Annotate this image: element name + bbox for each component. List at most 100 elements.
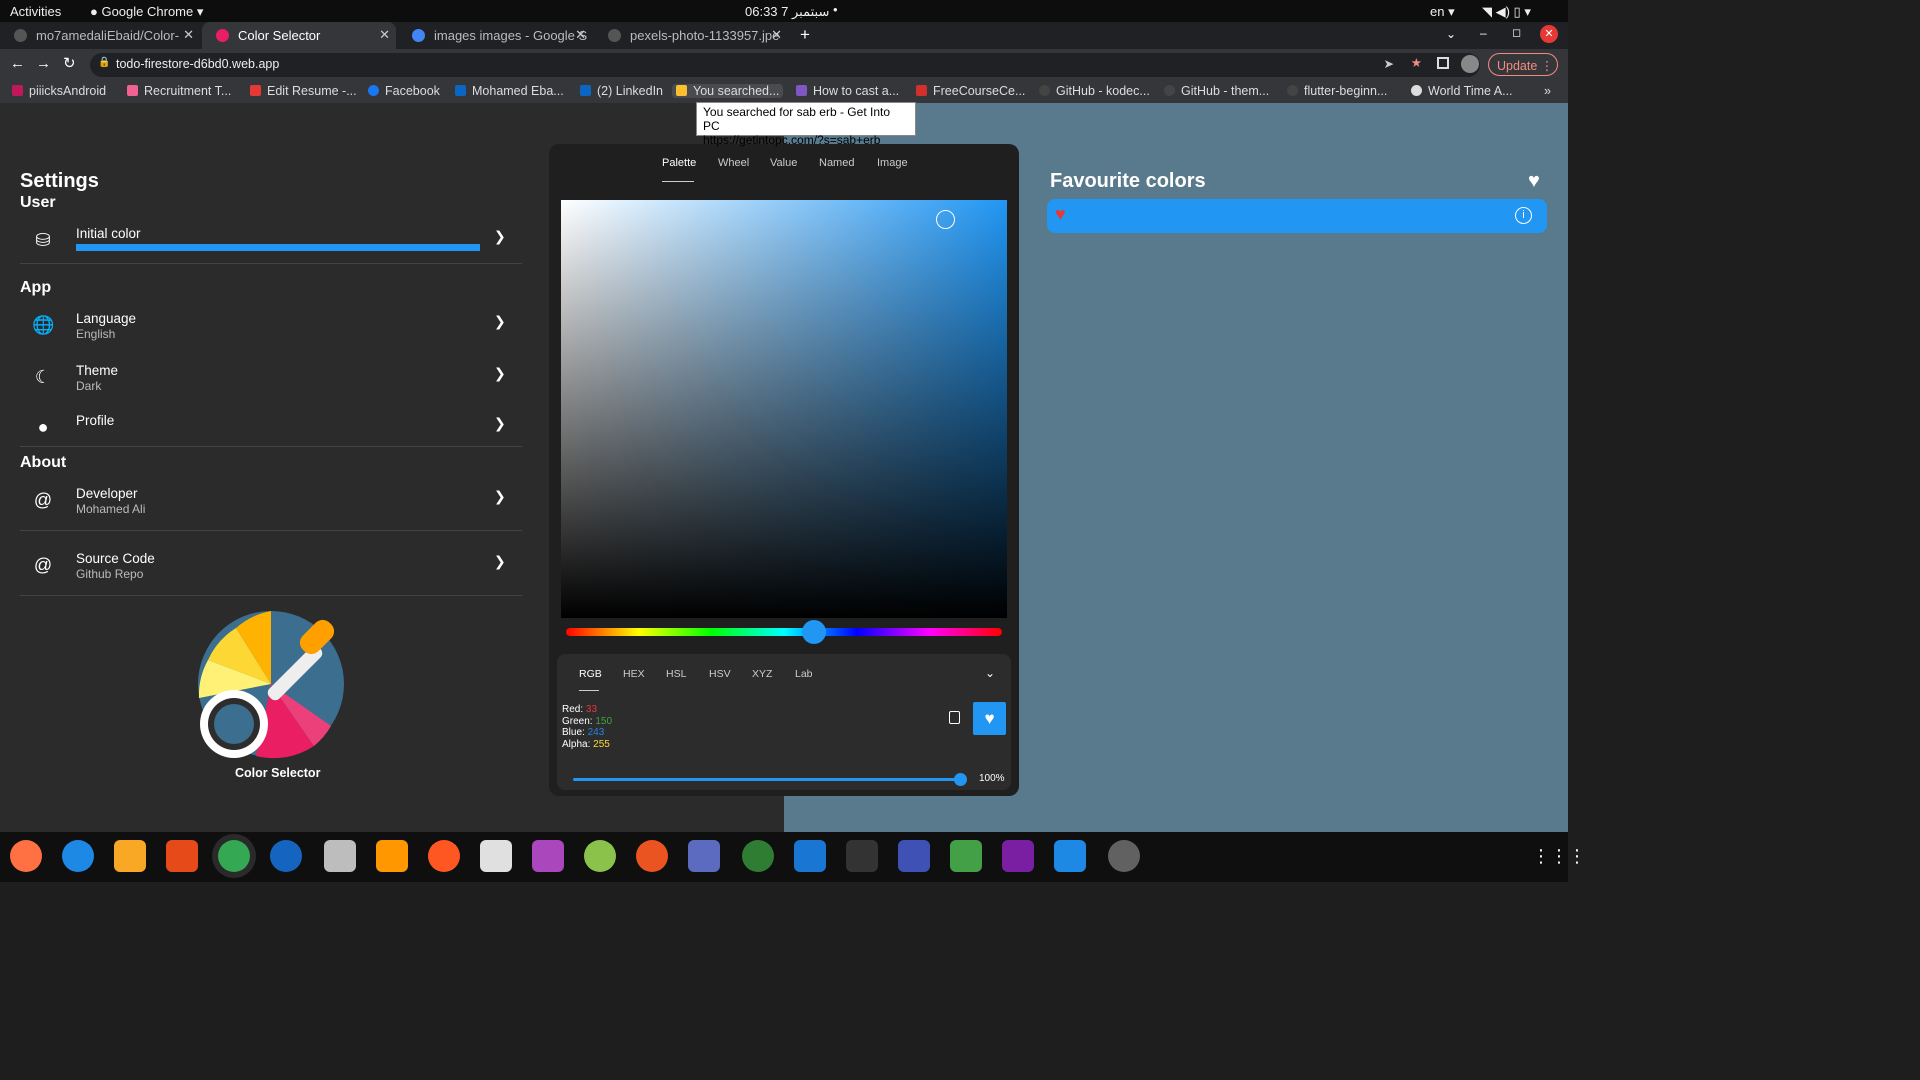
maximize-icon[interactable]: ◻ <box>1512 26 1521 39</box>
vlc-icon[interactable] <box>376 840 408 872</box>
keyboard-layout[interactable]: en ▾ <box>1430 4 1455 20</box>
bookmark-item[interactable]: World Time A... <box>1411 84 1513 98</box>
vscode-icon[interactable] <box>1054 840 1086 872</box>
activities-button[interactable]: Activities <box>10 4 61 19</box>
globe-icon: 🌐 <box>32 315 55 335</box>
favourite-color-item[interactable]: ♥ i <box>1047 199 1547 233</box>
android-studio-icon[interactable] <box>270 840 302 872</box>
close-tab-icon[interactable]: ✕ <box>183 27 194 43</box>
updater-icon[interactable] <box>1108 840 1140 872</box>
format-tab-hsv[interactable]: HSV <box>709 668 731 680</box>
blue-value: Blue: 243 <box>562 727 605 738</box>
terminal-icon[interactable] <box>846 840 878 872</box>
bookmark-item[interactable]: FreeCourseCe... <box>916 84 1025 98</box>
close-tab-icon[interactable]: ✕ <box>771 27 782 43</box>
reload-icon[interactable]: ↻ <box>63 54 76 72</box>
github-icon <box>1164 85 1175 96</box>
tab-named[interactable]: Named <box>819 157 854 169</box>
tab-wheel[interactable]: Wheel <box>718 157 749 169</box>
tab-value[interactable]: Value <box>770 157 797 169</box>
tab-palette[interactable]: Palette <box>662 157 696 169</box>
tab-color-selector[interactable]: Color Selector ✕ <box>202 22 396 49</box>
format-tab-xyz[interactable]: XYZ <box>752 668 772 680</box>
theme-row[interactable]: ☾ Theme Dark ❯ <box>20 361 522 407</box>
profile-row[interactable]: ● Profile ❯ <box>20 411 522 457</box>
bookmark-item[interactable]: You searched... <box>672 84 784 98</box>
screenshot-icon[interactable] <box>898 840 930 872</box>
intellij-icon[interactable] <box>1002 840 1034 872</box>
bookmark-item[interactable]: GitHub - kodec... <box>1039 84 1150 98</box>
update-button[interactable]: Update ⋮ <box>1488 53 1558 76</box>
saturation-value-area[interactable] <box>561 200 1007 618</box>
app-grid-icon[interactable]: ⋮⋮⋮ <box>1532 846 1586 867</box>
browser-icon[interactable] <box>742 840 774 872</box>
send-icon[interactable]: ➤ <box>1384 56 1394 71</box>
heart-icon[interactable]: ♥ <box>1528 170 1540 193</box>
calc-icon[interactable] <box>950 840 982 872</box>
chrome-icon[interactable] <box>218 840 250 872</box>
active-format-indicator <box>579 690 599 691</box>
new-tab-button[interactable]: + <box>800 25 810 45</box>
thunderbird-icon[interactable] <box>62 840 94 872</box>
avatar[interactable] <box>1461 55 1479 73</box>
bookmark-star-icon[interactable]: ★ <box>1411 55 1422 70</box>
format-tab-lab[interactable]: Lab <box>795 668 813 680</box>
close-tab-icon[interactable]: ✕ <box>379 27 390 43</box>
format-tab-hex[interactable]: HEX <box>623 668 645 680</box>
format-tab-rgb[interactable]: RGB <box>579 668 602 680</box>
hue-slider[interactable] <box>566 620 1002 644</box>
tab-image[interactable]: Image <box>877 157 908 169</box>
language-row[interactable]: 🌐 Language English ❯ <box>20 309 522 355</box>
copy-icon[interactable] <box>949 711 960 724</box>
files-icon[interactable] <box>324 840 356 872</box>
close-window-icon[interactable]: ✕ <box>1540 25 1558 43</box>
developer-row[interactable]: @ Developer Mohamed Ali ❯ <box>20 484 522 530</box>
tab-google-images[interactable]: images images - Google S ✕ <box>398 22 592 49</box>
color-cursor[interactable] <box>936 210 955 229</box>
tab-search-icon[interactable]: ⌄ <box>1446 27 1456 41</box>
tab-pexels[interactable]: pexels-photo-1133957.jpe ✕ <box>594 22 788 49</box>
bookmark-item[interactable]: flutter-beginn... <box>1287 84 1387 98</box>
android-icon[interactable] <box>584 840 616 872</box>
tab-strip: mo7amedaliEbaid/Color- ✕ Color Selector ✕ … <box>0 22 1568 49</box>
software-center-icon[interactable] <box>166 840 198 872</box>
bookmark-item[interactable]: Mohamed Eba... <box>455 84 564 98</box>
opacity-slider[interactable] <box>573 778 958 781</box>
bookmark-item[interactable]: GitHub - them... <box>1164 84 1269 98</box>
forward-icon[interactable]: → <box>36 55 51 72</box>
firefox-icon[interactable] <box>10 840 42 872</box>
notification-dot: • <box>833 2 838 17</box>
format-tab-hsl[interactable]: HSL <box>666 668 686 680</box>
globe-icon <box>1411 85 1422 96</box>
document-viewer-icon[interactable] <box>480 840 512 872</box>
info-icon[interactable]: i <box>1515 207 1532 224</box>
system-tray-icons[interactable]: ◥ ◀) ▯ ▾ <box>1482 4 1531 20</box>
chevron-down-icon[interactable]: ⌄ <box>985 666 995 680</box>
bookmark-item[interactable]: Facebook <box>368 84 440 98</box>
app-menu[interactable]: ● Google Chrome ▾ <box>90 4 203 20</box>
add-favourite-heart-icon[interactable]: ♥ <box>973 702 1006 735</box>
bookmark-item[interactable]: Edit Resume -... <box>250 84 357 98</box>
rhythmbox-icon[interactable] <box>114 840 146 872</box>
tab-github[interactable]: mo7amedaliEbaid/Color- ✕ <box>0 22 200 49</box>
source-code-row[interactable]: @ Source Code Github Repo ❯ <box>20 549 522 595</box>
pen-icon[interactable] <box>428 840 460 872</box>
side-panel-icon[interactable] <box>1437 57 1449 69</box>
opacity-slider-thumb[interactable] <box>954 773 967 786</box>
tasks-icon[interactable] <box>688 840 720 872</box>
bookmark-item[interactable]: (2) LinkedIn <box>580 84 663 98</box>
hue-slider-thumb[interactable] <box>802 620 826 644</box>
more-bookmarks-icon[interactable]: » <box>1544 84 1551 98</box>
writer-icon[interactable] <box>794 840 826 872</box>
ubuntu-icon[interactable] <box>636 840 668 872</box>
video-player-icon[interactable] <box>532 840 564 872</box>
bookmark-item[interactable]: piiicksAndroid <box>12 84 106 98</box>
heart-icon[interactable]: ♥ <box>1055 204 1066 225</box>
back-icon[interactable]: ← <box>10 55 25 72</box>
bookmark-item[interactable]: How to cast a... <box>796 84 899 98</box>
address-bar[interactable]: 🔒 todo-firestore-d6bd0.web.app ➤ ★ <box>90 53 1480 77</box>
minimize-icon[interactable]: – <box>1480 26 1487 40</box>
bookmark-item[interactable]: Recruitment T... <box>127 84 231 98</box>
clock[interactable]: 06:33 7 سبتمبر <box>745 4 829 20</box>
close-tab-icon[interactable]: ✕ <box>575 27 586 43</box>
